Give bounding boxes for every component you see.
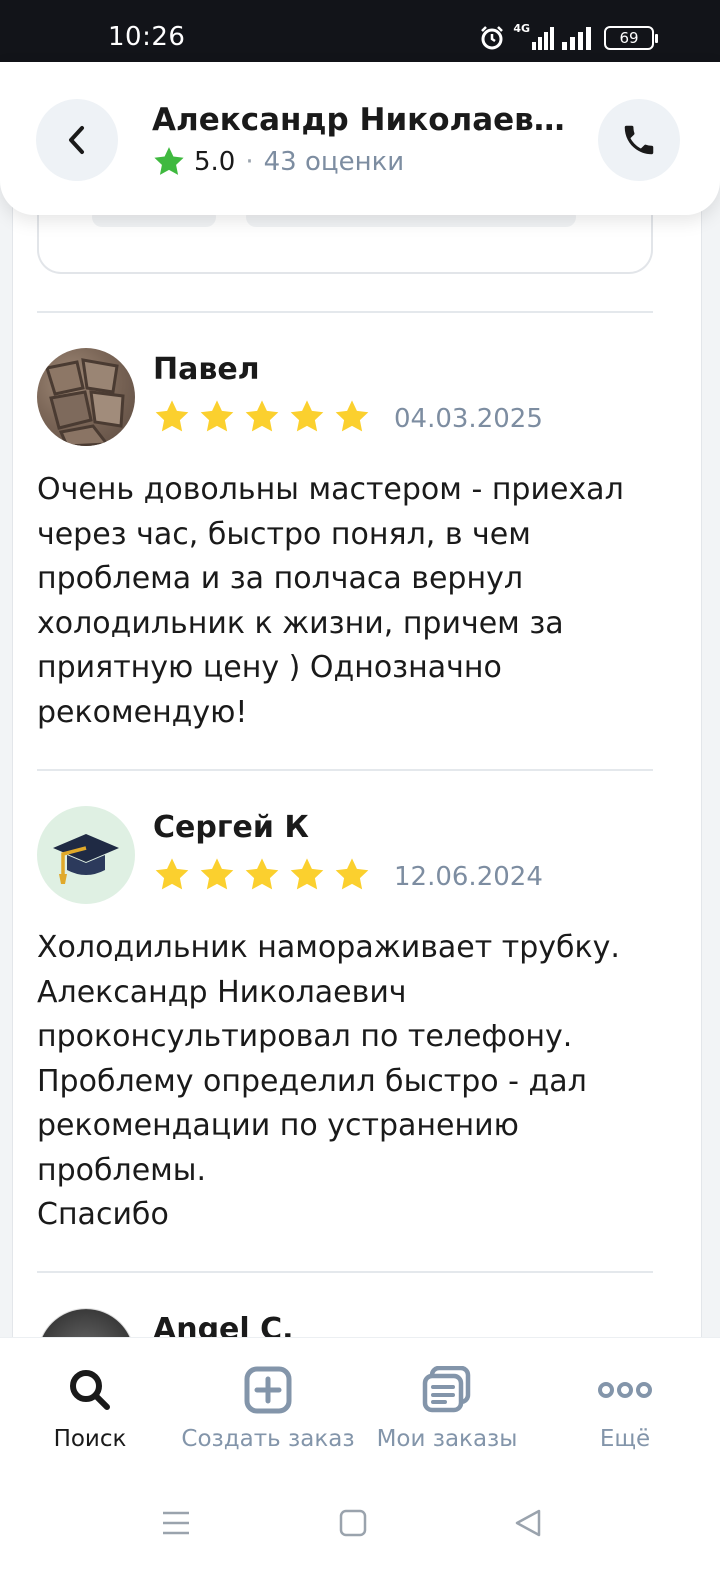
star-icon bbox=[155, 400, 189, 432]
nav-more[interactable]: Ещё bbox=[535, 1364, 715, 1452]
signal-icon bbox=[532, 27, 554, 50]
review-date: 04.03.2025 bbox=[394, 404, 543, 434]
rating-value: 5.0 bbox=[194, 147, 236, 177]
system-navigation-bar bbox=[0, 1477, 720, 1581]
call-button[interactable] bbox=[598, 99, 680, 181]
star-icon bbox=[155, 858, 189, 890]
avatar[interactable] bbox=[37, 1308, 135, 1337]
nav-label: Создать заказ bbox=[181, 1426, 355, 1452]
star-icon bbox=[335, 400, 369, 432]
divider bbox=[37, 769, 653, 771]
star-rating bbox=[153, 856, 371, 894]
avatar[interactable] bbox=[37, 806, 135, 904]
profile-header: Александр Николаевич... 5.0 · 43 оценки bbox=[0, 62, 720, 215]
reviews-page[interactable]: Павел 04.03.2025 Очень довольны мастером… bbox=[0, 62, 720, 1337]
avatar[interactable] bbox=[37, 348, 135, 446]
battery-indicator: 69 bbox=[604, 26, 658, 50]
nav-label: Мои заказы bbox=[376, 1426, 518, 1452]
menu-icon[interactable] bbox=[160, 1507, 192, 1539]
divider bbox=[37, 1271, 653, 1273]
home-icon[interactable] bbox=[338, 1507, 368, 1539]
signal-icon-2 bbox=[562, 27, 591, 50]
nav-my-orders[interactable]: Мои заказы bbox=[357, 1364, 537, 1452]
status-icons: 4G 69 bbox=[479, 22, 658, 52]
master-name: Александр Николаевич... bbox=[152, 102, 572, 138]
divider bbox=[37, 311, 653, 313]
ratings-count: 43 оценки bbox=[263, 147, 405, 177]
bottom-navigation: Поиск Создать заказ Мои заказы Ещё bbox=[0, 1337, 720, 1477]
alarm-icon bbox=[481, 26, 504, 50]
nav-label: Поиск bbox=[53, 1426, 127, 1452]
back-triangle-icon[interactable] bbox=[512, 1507, 544, 1539]
star-icon bbox=[290, 400, 324, 432]
review-text: Очень довольны мастером - приехал через … bbox=[37, 472, 624, 730]
nav-create-order[interactable]: Создать заказ bbox=[178, 1364, 358, 1452]
star-rating bbox=[153, 398, 371, 436]
back-button[interactable] bbox=[36, 99, 118, 181]
separator: · bbox=[245, 147, 254, 177]
reviewer-name: Angel C. bbox=[153, 1312, 294, 1337]
review-date: 12.06.2024 bbox=[394, 862, 543, 892]
phone-icon bbox=[624, 125, 654, 155]
orders-icon bbox=[422, 1366, 471, 1413]
status-bar: 10:26 4G 69 bbox=[0, 0, 720, 62]
graduation-cap-icon bbox=[53, 834, 119, 884]
star-icon bbox=[245, 858, 279, 890]
search-icon bbox=[70, 1370, 110, 1410]
review-item: Сергей К 12.06.2024 Холодильник наморажи… bbox=[37, 806, 653, 1256]
reviewer-name: Сергей К bbox=[153, 810, 309, 845]
nav-search[interactable]: Поиск bbox=[0, 1364, 180, 1452]
status-time: 10:26 bbox=[108, 22, 186, 52]
chevron-left-icon bbox=[69, 126, 84, 154]
reviewer-name: Павел bbox=[153, 352, 260, 387]
star-icon bbox=[200, 400, 234, 432]
plus-square-icon bbox=[244, 1366, 292, 1414]
review-item: Angel C. bbox=[37, 1308, 653, 1337]
nav-label: Ещё bbox=[599, 1426, 651, 1452]
star-icon bbox=[200, 858, 234, 890]
star-icon bbox=[335, 858, 369, 890]
review-text: Холодильник намораживает трубку. Алексан… bbox=[37, 930, 620, 1232]
more-icon bbox=[598, 1382, 652, 1398]
rating-summary[interactable]: 5.0 · 43 оценки bbox=[152, 144, 404, 180]
star-icon bbox=[245, 400, 279, 432]
review-item: Павел 04.03.2025 Очень довольны мастером… bbox=[37, 348, 653, 748]
network-type: 4G bbox=[513, 22, 530, 35]
star-icon bbox=[154, 147, 184, 175]
star-icon bbox=[290, 858, 324, 890]
stone-wall-image bbox=[45, 358, 125, 446]
